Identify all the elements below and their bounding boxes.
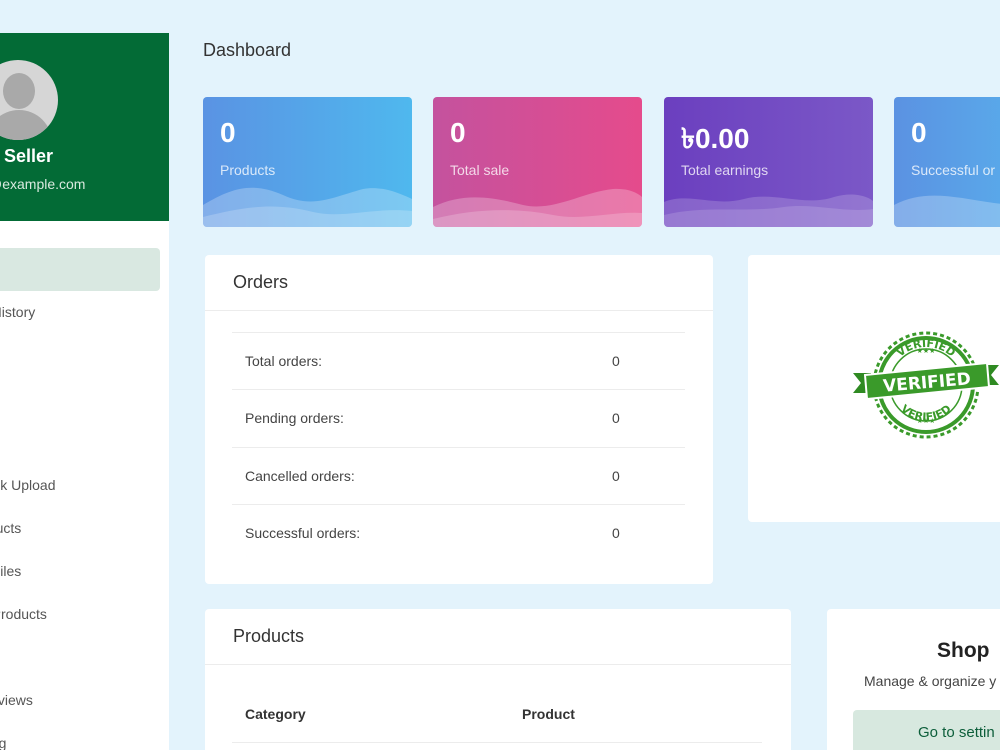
go-to-settings-button[interactable]: Go to settin <box>853 710 1000 750</box>
column-header-product: Product <box>522 706 575 722</box>
order-row-value: 0 <box>612 410 620 426</box>
sidebar-item-label: tting <box>0 735 7 750</box>
verification-panel: VERIFIED VERIFIED VERIFIED ★★★ ★★★ <box>748 255 1000 522</box>
wave-decoration <box>433 188 642 227</box>
shop-panel: Shop Manage & organize y Go to settin <box>827 609 1000 750</box>
sidebar-item-bulk-upload[interactable]: Bulk Upload <box>0 464 160 507</box>
order-row-label: Cancelled orders: <box>245 468 355 484</box>
sidebar-item-label: Reviews <box>0 692 33 708</box>
sidebar-item-reviews[interactable]: Reviews <box>0 679 160 722</box>
star-icon: ★★★ <box>917 347 936 355</box>
profile-email: @example.com <box>0 176 86 192</box>
stat-value: 0 <box>450 117 466 148</box>
profile-name: r. Seller <box>0 146 54 166</box>
orders-panel: Orders Total orders: 0 Pending orders: 0… <box>205 255 713 584</box>
orders-panel-header: Orders <box>205 255 713 311</box>
verified-badge-icon: VERIFIED VERIFIED VERIFIED ★★★ ★★★ <box>853 331 999 439</box>
avatar-head <box>3 73 35 109</box>
order-row-label: Total orders: <box>245 353 323 369</box>
stat-card-products[interactable]: 0 Products <box>203 97 412 227</box>
products-panel-header: Products <box>205 609 791 665</box>
order-row-value: 0 <box>612 353 620 369</box>
sidebar-item-dashboard[interactable]: rd <box>0 248 160 291</box>
star-icon: ★★★ <box>917 417 936 425</box>
sidebar-item-label: e History <box>0 304 36 320</box>
stat-value: 0 <box>911 117 927 148</box>
stat-card-successful-orders[interactable]: 0 Successful or <box>894 97 1000 227</box>
wave-decoration <box>664 194 873 227</box>
sidebar-item-label: oducts <box>0 520 22 536</box>
shop-title: Shop <box>937 639 990 662</box>
sidebar-item-digital-products[interactable]: d Products <box>0 593 160 636</box>
order-row-successful: Successful orders: 0 <box>232 504 685 561</box>
profile-card: r. Seller @example.com <box>0 33 169 221</box>
order-row-total: Total orders: 0 <box>232 332 685 389</box>
orders-title: Orders <box>233 272 289 292</box>
products-panel: Products Category Product <box>205 609 791 750</box>
sidebar: r. Seller @example.com rd e History ds B… <box>0 33 169 750</box>
sidebar-item-uploaded-files[interactable]: d Files <box>0 550 160 593</box>
stat-value: ৳0.00 <box>681 123 750 154</box>
sidebar-item-label: Bulk Upload <box>0 477 56 493</box>
order-row-cancelled: Cancelled orders: 0 <box>232 447 685 504</box>
sidebar-item-downloads[interactable]: ds <box>0 334 160 377</box>
sidebar-item-products[interactable]: oducts <box>0 507 160 550</box>
stat-value: 0 <box>220 117 236 148</box>
order-row-label: Successful orders: <box>245 525 361 541</box>
stat-card-total-earnings[interactable]: ৳0.00 Total earnings <box>664 97 873 227</box>
stat-card-total-sale[interactable]: 0 Total sale <box>433 97 642 227</box>
products-title: Products <box>233 626 305 646</box>
sidebar-item-setting[interactable]: tting <box>0 722 160 750</box>
column-header-category: Category <box>245 706 306 722</box>
sidebar-item-label: d Files <box>0 563 22 579</box>
sidebar-item-purchase-history[interactable]: e History <box>0 291 160 334</box>
avatar-body <box>0 110 52 140</box>
order-row-label: Pending orders: <box>245 410 344 426</box>
page-title: Dashboard <box>203 40 292 60</box>
order-row-pending: Pending orders: 0 <box>232 389 685 446</box>
avatar[interactable] <box>0 60 58 140</box>
wave-decoration <box>203 187 412 227</box>
order-row-value: 0 <box>612 468 620 484</box>
wave-decoration <box>894 195 1000 227</box>
shop-description: Manage & organize y <box>864 673 997 689</box>
divider <box>232 742 762 743</box>
order-row-value: 0 <box>612 525 620 541</box>
sidebar-item-label: d Products <box>0 606 47 622</box>
